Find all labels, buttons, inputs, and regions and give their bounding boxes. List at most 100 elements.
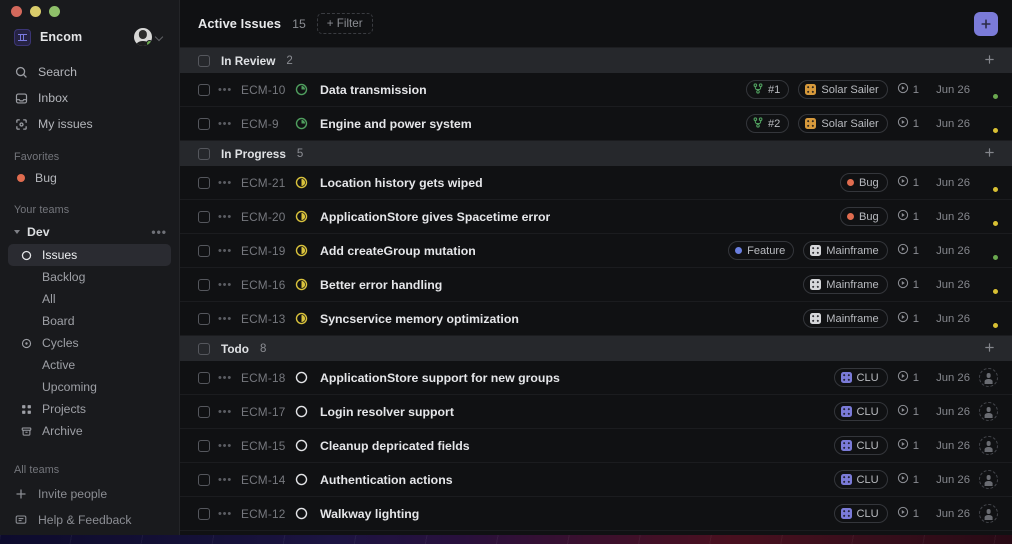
- estimate-badge[interactable]: 1: [897, 277, 919, 292]
- row-priority-icon[interactable]: •••: [217, 118, 233, 129]
- sidebar-item-backlog[interactable]: Backlog: [8, 266, 171, 288]
- estimate-badge[interactable]: 1: [897, 506, 919, 521]
- sidebar-item-projects[interactable]: Projects: [8, 398, 171, 420]
- row-priority-icon[interactable]: •••: [217, 474, 233, 485]
- in-progress-icon[interactable]: [295, 244, 309, 257]
- team-menu-icon[interactable]: •••: [151, 226, 167, 238]
- row-select-checkbox[interactable]: [198, 83, 210, 96]
- todo-icon[interactable]: [295, 439, 309, 452]
- group-select-checkbox[interactable]: [198, 342, 210, 355]
- row-select-checkbox[interactable]: [198, 312, 210, 325]
- add-filter-button[interactable]: + Filter: [316, 13, 373, 34]
- table-row[interactable]: ••• ECM-16 Better error handling Mainframe 1…: [180, 268, 1012, 302]
- row-select-checkbox[interactable]: [198, 507, 210, 520]
- assignee-avatar[interactable]: [979, 80, 999, 100]
- sidebar-item-upcoming[interactable]: Upcoming: [8, 376, 171, 398]
- sidebar-item-cycles[interactable]: Cycles: [8, 332, 171, 354]
- label-badge[interactable]: Bug: [839, 173, 888, 192]
- project-badge[interactable]: Solar Sailer: [798, 80, 888, 99]
- group-header[interactable]: In Review 2: [180, 48, 1012, 73]
- sidebar-item-issues[interactable]: Issues: [8, 244, 171, 266]
- group-add-issue-button[interactable]: [980, 145, 998, 163]
- estimate-badge[interactable]: 1: [897, 175, 919, 190]
- help-feedback-button[interactable]: Help & Feedback: [0, 507, 179, 533]
- row-select-checkbox[interactable]: [198, 117, 210, 130]
- row-select-checkbox[interactable]: [198, 210, 210, 223]
- in-progress-icon[interactable]: [295, 176, 309, 189]
- branch-badge[interactable]: #1: [746, 80, 790, 99]
- chevron-down-icon[interactable]: [155, 32, 165, 42]
- minimize-window-button[interactable]: [30, 5, 41, 17]
- row-priority-icon[interactable]: •••: [217, 177, 233, 188]
- sidebar-item-board[interactable]: Board: [8, 310, 171, 332]
- row-priority-icon[interactable]: •••: [217, 440, 233, 451]
- row-priority-icon[interactable]: •••: [217, 211, 233, 222]
- estimate-badge[interactable]: 1: [897, 243, 919, 258]
- group-header[interactable]: Todo 8: [180, 336, 1012, 361]
- chevron-down-icon[interactable]: [14, 229, 20, 234]
- group-add-issue-button[interactable]: [980, 340, 998, 358]
- project-badge[interactable]: Mainframe: [803, 241, 888, 260]
- sidebar-item-inbox[interactable]: Inbox: [8, 85, 171, 111]
- estimate-badge[interactable]: 1: [897, 116, 919, 131]
- team-dev-header[interactable]: Dev •••: [0, 219, 179, 244]
- assignee-avatar[interactable]: [979, 173, 999, 193]
- label-badge[interactable]: Bug: [839, 207, 888, 226]
- assignee-avatar-unassigned[interactable]: [979, 470, 998, 489]
- estimate-badge[interactable]: 1: [897, 370, 919, 385]
- row-select-checkbox[interactable]: [198, 278, 210, 291]
- workspace-switcher[interactable]: Encom: [8, 22, 171, 52]
- in-review-icon[interactable]: [295, 83, 309, 96]
- table-row[interactable]: ••• ECM-14 Authentication actions CLU 1 Jun 2…: [180, 463, 1012, 497]
- sidebar-item-all[interactable]: All: [8, 288, 171, 310]
- sidebar-item-my-issues[interactable]: My issues: [8, 111, 171, 137]
- row-priority-icon[interactable]: •••: [217, 406, 233, 417]
- new-issue-button[interactable]: [974, 11, 998, 36]
- row-select-checkbox[interactable]: [198, 439, 210, 452]
- estimate-badge[interactable]: 1: [897, 404, 919, 419]
- table-row[interactable]: ••• ECM-19 Add createGroup mutation Feature…: [180, 234, 1012, 268]
- assignee-avatar-unassigned[interactable]: [979, 402, 998, 421]
- maximize-window-button[interactable]: [49, 5, 60, 17]
- table-row[interactable]: ••• ECM-9 Engine and power system #2 Solar S…: [180, 107, 1012, 141]
- estimate-badge[interactable]: 1: [897, 82, 919, 97]
- project-badge[interactable]: CLU: [833, 504, 888, 523]
- in-progress-icon[interactable]: [295, 278, 309, 291]
- in-review-icon[interactable]: [295, 117, 309, 130]
- assignee-avatar[interactable]: [979, 114, 999, 134]
- assignee-avatar[interactable]: [979, 275, 999, 295]
- project-badge[interactable]: CLU: [833, 470, 888, 489]
- estimate-badge[interactable]: 1: [897, 209, 919, 224]
- group-select-checkbox[interactable]: [198, 54, 210, 67]
- group-add-issue-button[interactable]: [980, 52, 998, 70]
- branch-badge[interactable]: #2: [746, 114, 790, 133]
- table-row[interactable]: ••• ECM-18 ApplicationStore support for ne…: [180, 361, 1012, 395]
- assignee-avatar-unassigned[interactable]: [979, 368, 998, 387]
- sidebar-item-archive[interactable]: Archive: [8, 420, 171, 442]
- assignee-avatar-unassigned[interactable]: [979, 436, 998, 455]
- table-row[interactable]: ••• ECM-10 Data transmission #1 Solar Sailer…: [180, 73, 1012, 107]
- project-badge[interactable]: Mainframe: [803, 309, 888, 328]
- table-row[interactable]: ••• ECM-21 Location history gets wiped Bug 1…: [180, 166, 1012, 200]
- table-row[interactable]: ••• ECM-20 ApplicationStore gives Spacetim…: [180, 200, 1012, 234]
- sidebar-item-bug-favorite[interactable]: Bug: [0, 166, 179, 190]
- row-select-checkbox[interactable]: [198, 473, 210, 486]
- assignee-avatar[interactable]: [979, 309, 999, 329]
- row-select-checkbox[interactable]: [198, 371, 210, 384]
- row-priority-icon[interactable]: •••: [217, 245, 233, 256]
- row-priority-icon[interactable]: •••: [217, 372, 233, 383]
- issue-list[interactable]: In Review 2 ••• ECM-10 Data transmission #1 So…: [180, 48, 1012, 544]
- in-progress-icon[interactable]: [295, 210, 309, 223]
- project-badge[interactable]: CLU: [833, 436, 888, 455]
- estimate-badge[interactable]: 1: [897, 472, 919, 487]
- in-progress-icon[interactable]: [295, 312, 309, 325]
- assignee-avatar-unassigned[interactable]: [979, 504, 998, 523]
- table-row[interactable]: ••• ECM-15 Cleanup depricated fields CLU 1 Ju…: [180, 429, 1012, 463]
- estimate-badge[interactable]: 1: [897, 438, 919, 453]
- row-priority-icon[interactable]: •••: [217, 508, 233, 519]
- todo-icon[interactable]: [295, 371, 309, 384]
- group-header[interactable]: In Progress 5: [180, 141, 1012, 166]
- label-badge[interactable]: Feature: [728, 241, 795, 260]
- assignee-avatar[interactable]: [979, 241, 999, 261]
- group-select-checkbox[interactable]: [198, 147, 210, 160]
